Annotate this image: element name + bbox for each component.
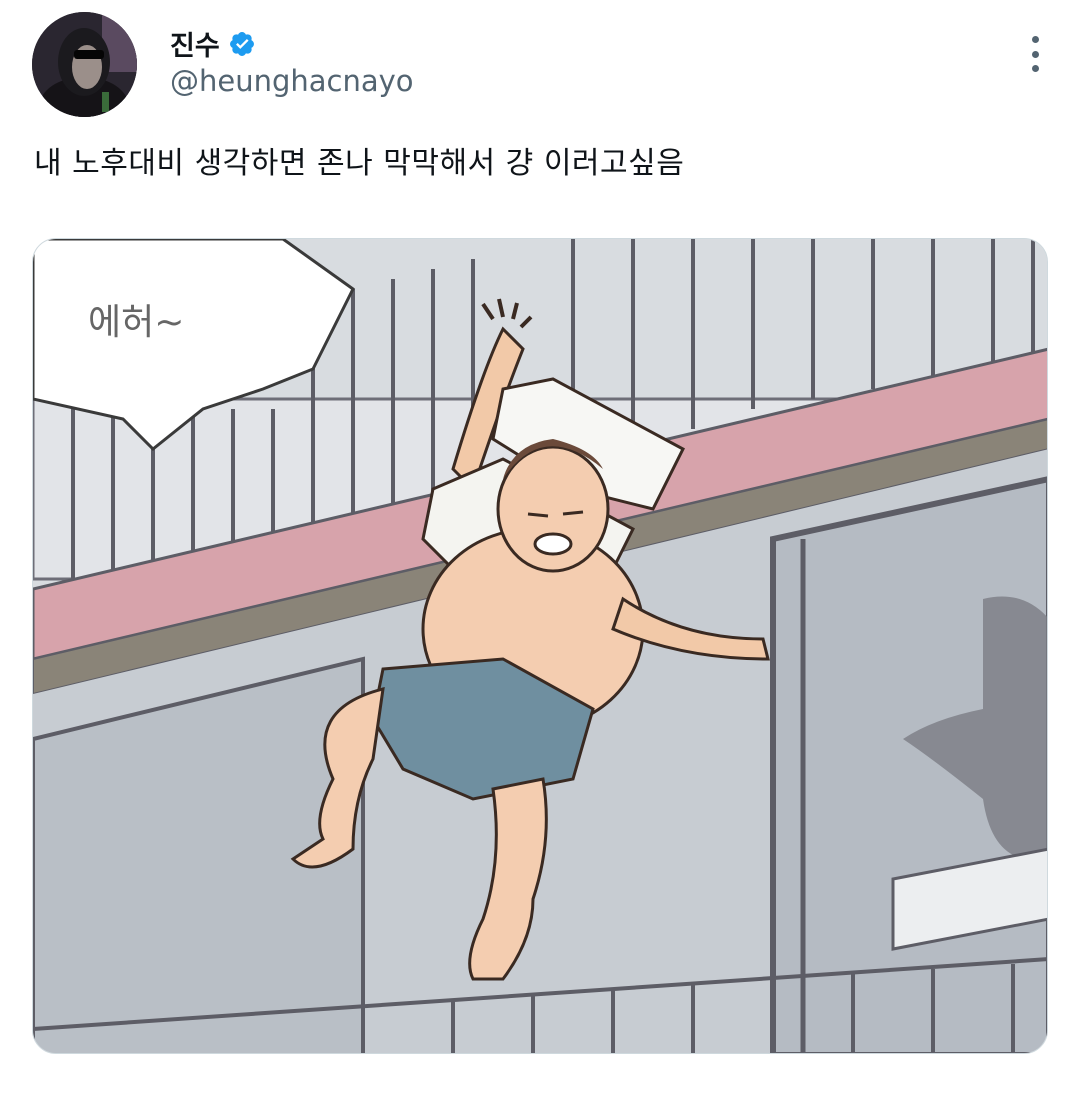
display-name[interactable]: 진수 [170,24,220,63]
dot [1031,65,1039,72]
avatar-character-icon [32,12,137,117]
more-options-icon[interactable] [1028,36,1042,72]
tweet-media-image[interactable]: 에허~ [32,238,1048,1054]
user-handle[interactable]: @heunghacnayo [170,64,414,98]
avatar[interactable] [32,12,137,117]
verified-badge-icon [229,31,254,56]
speech-bubble-text: 에허~ [88,302,184,343]
author-name-row[interactable]: 진수 [170,24,256,63]
tweet-text: 내 노후대비 생각하면 존나 막막해서 걍 이러고싶음 [34,146,685,181]
dot [1031,36,1039,43]
comic-illustration: 에허~ [33,239,1047,1053]
dot [1031,50,1039,58]
